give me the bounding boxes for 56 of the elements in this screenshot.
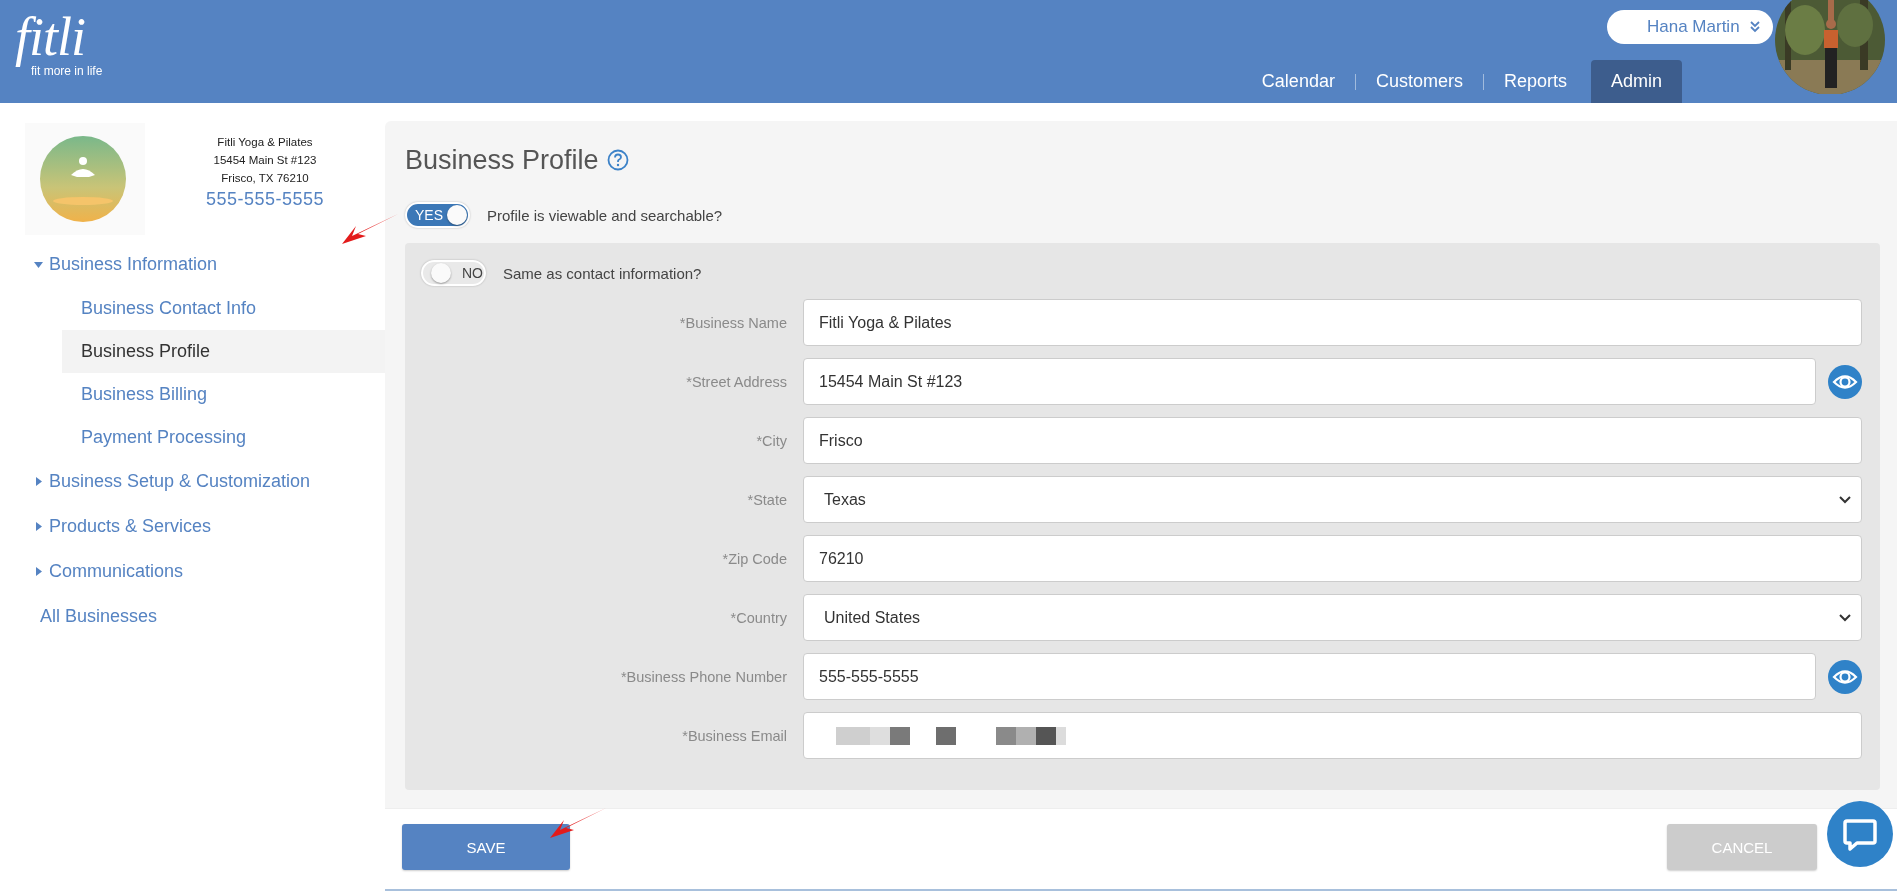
field-label: *State bbox=[746, 491, 787, 508]
toggle-switch[interactable]: NO bbox=[421, 260, 486, 286]
field-label: *Country bbox=[729, 609, 787, 626]
field-label: *Business Name bbox=[678, 314, 787, 331]
chevron-icon bbox=[1839, 613, 1851, 622]
help-icon[interactable] bbox=[606, 149, 629, 171]
sidebar-label: Products & Services bbox=[49, 516, 212, 537]
sidebar-label: Communications bbox=[49, 561, 184, 582]
sidebar-item[interactable]: All Businesses bbox=[0, 594, 385, 639]
sidebar-subitem[interactable]: Payment Processing bbox=[62, 416, 385, 459]
field-label: *Street Address bbox=[685, 373, 787, 390]
nav-tab[interactable]: Reports bbox=[1483, 60, 1587, 103]
save-button[interactable]: SAVE bbox=[402, 824, 570, 870]
sidebar-item[interactable]: Business Setup & Customization bbox=[0, 459, 385, 504]
chevron-icon bbox=[1749, 21, 1760, 33]
nav-tab[interactable]: Calendar bbox=[1241, 60, 1355, 103]
input-field[interactable]: Fitli Yoga & Pilates bbox=[803, 299, 1862, 346]
caret-down-icon bbox=[34, 260, 43, 269]
sidebar-item[interactable]: Business Information bbox=[0, 242, 385, 287]
input-field[interactable]: 15454 Main St #123 bbox=[803, 358, 1816, 405]
field-label: *Zip Code bbox=[721, 550, 787, 567]
input-field[interactable]: 555-555-5555 bbox=[803, 653, 1816, 700]
field-label: *Business Email bbox=[681, 727, 787, 744]
page-title: Business Profile bbox=[405, 144, 599, 176]
toggle-switch[interactable]: YES bbox=[405, 202, 470, 228]
business-name: Fitli Yoga & Pilates bbox=[217, 134, 313, 150]
caret-right-icon bbox=[34, 567, 43, 576]
chat-icon[interactable] bbox=[1825, 799, 1895, 869]
caret-right-icon bbox=[34, 522, 43, 531]
input-field[interactable]: Frisco bbox=[803, 417, 1862, 464]
business-city: Frisco, TX 76210 bbox=[221, 170, 309, 186]
business-phone: 555-555-5555 bbox=[205, 187, 325, 211]
eye-icon[interactable] bbox=[1828, 364, 1862, 399]
field-label: *City bbox=[755, 432, 787, 449]
chevron-icon bbox=[1839, 495, 1851, 504]
select-field[interactable]: United States bbox=[803, 594, 1862, 641]
input-field[interactable]: 76210 bbox=[803, 535, 1862, 582]
sidebar-item[interactable]: Communications bbox=[0, 549, 385, 594]
field-label: *Business Phone Number bbox=[619, 668, 787, 685]
sidebar-subitem[interactable]: Business Profile bbox=[62, 330, 385, 373]
user-menu[interactable]: Hana Martin bbox=[1607, 10, 1773, 44]
toggle-label: Profile is viewable and searchable? bbox=[487, 206, 723, 224]
sidebar-subitem[interactable]: Business Contact Info bbox=[62, 287, 385, 330]
sidebar-subitem[interactable]: Business Billing bbox=[62, 373, 385, 416]
select-field[interactable]: Texas bbox=[803, 476, 1862, 523]
caret-right-icon bbox=[34, 477, 43, 486]
sidebar-label: Business Information bbox=[49, 254, 218, 275]
input-field[interactable] bbox=[803, 712, 1862, 759]
nav-tab[interactable]: Admin bbox=[1590, 60, 1682, 103]
eye-icon[interactable] bbox=[1828, 659, 1862, 694]
sidebar-label: Business Setup & Customization bbox=[49, 471, 311, 492]
business-address: 15454 Main St #123 bbox=[213, 152, 317, 168]
nav-tab[interactable]: Customers bbox=[1355, 60, 1483, 103]
logo[interactable]: fitli fit more in life bbox=[15, 0, 103, 78]
toggle-label: Same as contact information? bbox=[503, 264, 702, 282]
sidebar-item[interactable]: Products & Services bbox=[0, 504, 385, 549]
